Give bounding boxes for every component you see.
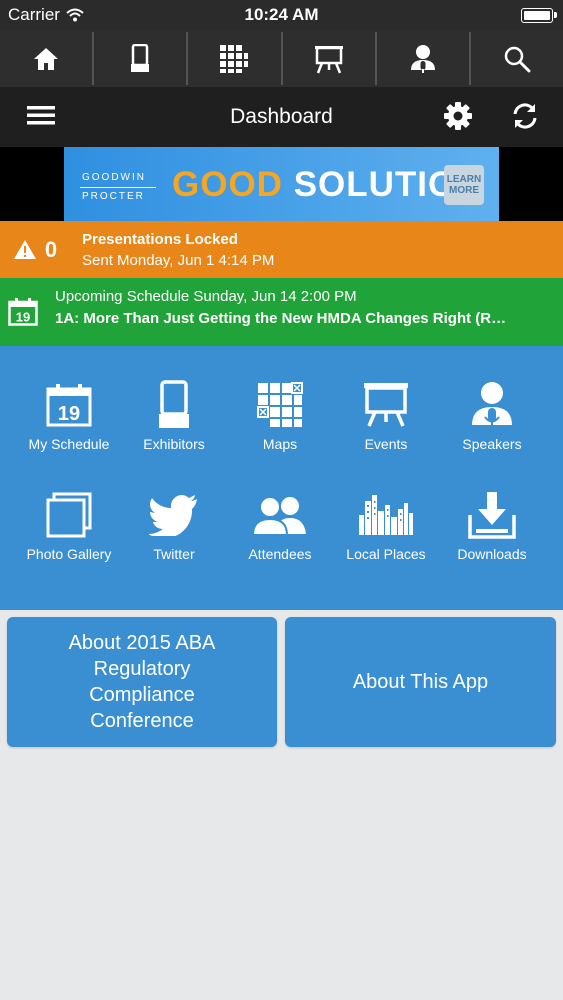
tile-my-schedule[interactable]: 19 My Schedule: [14, 378, 124, 452]
learn-more-line2: MORE: [449, 185, 479, 196]
nav-search[interactable]: [471, 32, 563, 85]
maps-icon: [257, 382, 303, 427]
about-app-button[interactable]: About This App: [285, 617, 556, 747]
alert-title: Presentations Locked: [82, 231, 238, 248]
exhibitors-icon: [159, 380, 189, 428]
downloads-icon: [468, 492, 516, 539]
top-nav: [0, 30, 563, 87]
tile-attendees[interactable]: Attendees: [225, 488, 335, 562]
nav-exhibitors[interactable]: [94, 32, 189, 85]
learn-more-line1: LEARN: [446, 174, 482, 185]
warning-icon: [13, 240, 36, 259]
attendees-icon: [252, 496, 306, 536]
tile-label: Downloads: [457, 546, 527, 562]
card-label: About This App: [352, 671, 489, 693]
about-conference-button[interactable]: About 2015 ABA Regulatory Compliance Con…: [7, 617, 277, 747]
tile-label: Attendees: [248, 546, 312, 562]
refresh-icon: [513, 103, 537, 129]
sponsor-banner[interactable]: GOODWIN PROCTER GOOD SOLUTION LEARN MORE: [64, 147, 499, 221]
home-icon: [34, 47, 59, 70]
maps-icon: [220, 44, 249, 73]
tile-label: Speakers: [462, 436, 522, 452]
banner-headline: GOOD SOLUTION: [172, 165, 483, 205]
card-label: About 2015 ABA Regulatory Compliance Con…: [68, 632, 216, 732]
nav-home[interactable]: [0, 32, 95, 85]
tile-label: Exhibitors: [143, 436, 205, 452]
alert-subtitle: Sent Monday, Jun 1 4:14 PM: [82, 252, 275, 269]
alert-count-value: 0: [44, 236, 58, 262]
alert-bar[interactable]: 0 Presentations Locked Sent Monday, Jun …: [0, 221, 563, 278]
tile-downloads[interactable]: Downloads: [437, 488, 547, 562]
page-title: Dashboard: [230, 105, 333, 128]
tile-label: My Schedule: [28, 436, 110, 452]
local-places-icon: [359, 495, 413, 535]
feature-grid: 19 My Schedule Exhibitors Maps Events Sp…: [0, 346, 563, 610]
twitter-icon: [149, 495, 197, 536]
learn-more-button[interactable]: LEARN MORE: [444, 165, 484, 205]
tile-maps[interactable]: Maps: [225, 378, 335, 452]
tile-photo-gallery[interactable]: Photo Gallery: [14, 488, 124, 562]
schedule-heading: Upcoming Schedule Sunday, Jun 14 2:00 PM: [55, 288, 357, 305]
tile-local-places[interactable]: Local Places: [331, 488, 441, 562]
speakers-icon: [472, 382, 512, 428]
banner-divider: [80, 187, 156, 188]
banner-brand-line2: PROCTER: [82, 191, 145, 202]
search-icon: [504, 46, 531, 72]
tile-exhibitors[interactable]: Exhibitors: [119, 378, 229, 452]
calendar-day: 19: [16, 310, 30, 325]
calendar-icon: 19: [8, 298, 38, 326]
tile-label: Local Places: [346, 546, 426, 562]
battery-icon: [521, 8, 557, 23]
tile-label: Photo Gallery: [26, 546, 112, 562]
nav-speakers[interactable]: [377, 32, 471, 85]
alert-count: 0: [0, 221, 70, 278]
tile-speakers[interactable]: Speakers: [437, 378, 547, 452]
title-bar: Dashboard: [0, 87, 563, 147]
tile-label: Events: [364, 436, 408, 452]
tile-events[interactable]: Events: [331, 378, 441, 452]
events-icon: [314, 45, 343, 73]
calendar-day: 19: [58, 403, 80, 425]
calendar-icon: 19: [46, 384, 92, 427]
tile-label: Maps: [262, 436, 298, 452]
clock: 10:24 AM: [244, 5, 319, 24]
schedule-session: 1A: More Than Just Getting the New HMDA …: [55, 310, 507, 327]
banner-headline-part1: GOOD: [172, 165, 283, 204]
photo-gallery-icon: [46, 492, 92, 538]
banner-area: GOODWIN PROCTER GOOD SOLUTION LEARN MORE: [0, 147, 563, 221]
exhibitors-icon: [131, 43, 150, 72]
tile-twitter[interactable]: Twitter: [119, 488, 229, 562]
nav-events[interactable]: [283, 32, 377, 85]
upcoming-schedule[interactable]: 19 Upcoming Schedule Sunday, Jun 14 2:00…: [0, 278, 563, 346]
gear-icon: [444, 102, 472, 130]
settings-button[interactable]: [444, 102, 472, 135]
nav-maps[interactable]: [188, 32, 283, 85]
banner-brand-line1: GOODWIN: [82, 172, 146, 183]
status-bar: Carrier 10:24 AM: [0, 0, 563, 30]
refresh-button[interactable]: [511, 102, 539, 135]
events-icon: [364, 383, 408, 427]
tile-label: Twitter: [153, 546, 195, 562]
speakers-icon: [410, 44, 435, 73]
